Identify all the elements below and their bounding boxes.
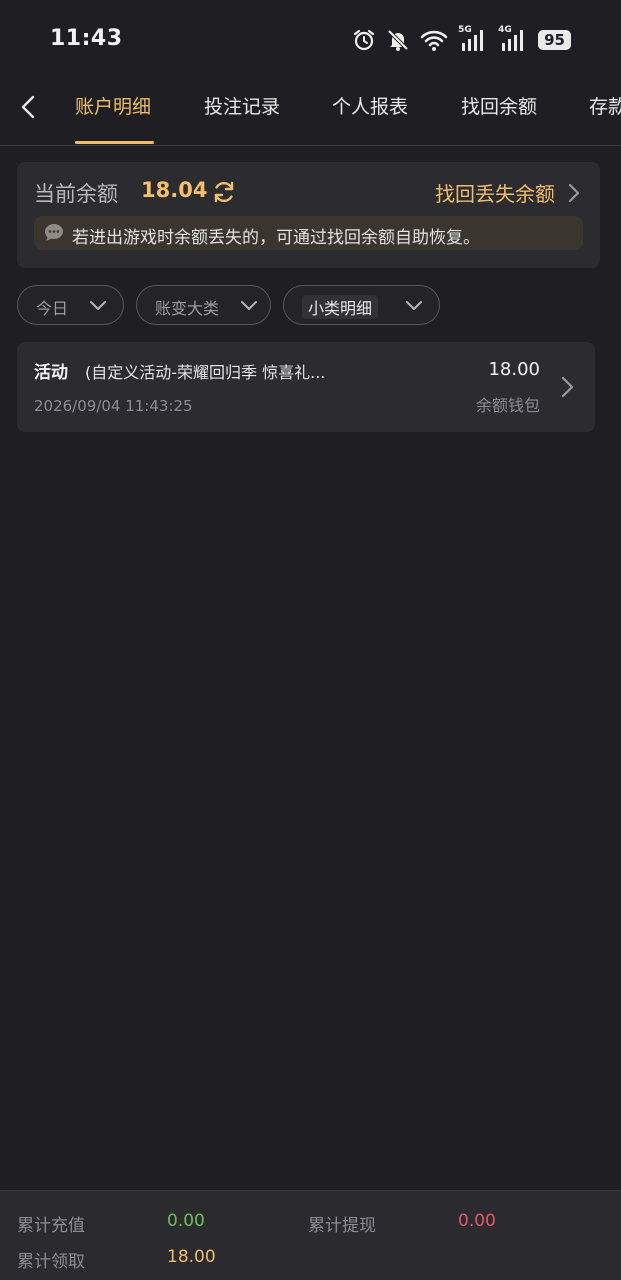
signal-5g: 5G xyxy=(458,25,488,53)
total-recharge-value: 0.00 xyxy=(167,1211,205,1231)
filter-date-label: 今日 xyxy=(36,299,69,318)
total-withdraw-value: 0.00 xyxy=(458,1211,496,1231)
wifi-icon xyxy=(420,30,448,51)
status-bar: 11:43 5G 4G 95 xyxy=(0,0,621,78)
transaction-row[interactable]: 活动 (自定义活动-荣耀回归季 惊喜礼... 2026/09/04 11:43:… xyxy=(17,342,595,432)
bell-muted-icon xyxy=(387,29,409,51)
balance-value: 18.04 xyxy=(141,178,208,202)
tab-personal-report[interactable]: 个人报表 xyxy=(332,92,408,119)
chevron-right-icon xyxy=(561,376,574,398)
filter-subcategory[interactable]: 小类明细 xyxy=(283,285,440,325)
balance-card: 当前余额 18.04 找回丢失余额 若进出游戏时余额丢失的，可通过找回余额自助恢… xyxy=(17,162,600,268)
tab-recover-balance[interactable]: 找回余额 xyxy=(461,92,537,119)
tab-deposit[interactable]: 存款 xyxy=(589,92,621,119)
tab-bet-records[interactable]: 投注记录 xyxy=(204,92,280,119)
total-withdraw-label: 累计提现 xyxy=(308,1216,376,1236)
summary-footer: 累计充值 0.00 累计提现 0.00 累计领取 18.00 xyxy=(0,1190,621,1280)
tab-bar: 账户明细 投注记录 个人报表 找回余额 存款 xyxy=(0,78,621,146)
active-tab-indicator xyxy=(75,141,154,144)
filter-date[interactable]: 今日 xyxy=(17,285,124,325)
transaction-amount: 18.00 xyxy=(488,359,540,380)
signal-icon xyxy=(462,30,484,51)
total-claimed-label: 累计领取 xyxy=(17,1252,85,1272)
transaction-wallet: 余额钱包 xyxy=(475,396,540,415)
filter-main-category[interactable]: 账变大类 xyxy=(136,285,271,325)
balance-label: 当前余额 xyxy=(34,182,118,206)
transaction-time: 2026/09/04 11:43:25 xyxy=(34,397,193,415)
status-time: 11:43 xyxy=(50,26,123,51)
refresh-icon[interactable] xyxy=(212,180,236,204)
transaction-description: (自定义活动-荣耀回归季 惊喜礼... xyxy=(85,363,326,382)
signal-icon xyxy=(502,30,524,51)
back-arrow-icon[interactable] xyxy=(14,92,44,122)
chevron-down-icon xyxy=(406,301,422,310)
transaction-category: 活动 xyxy=(34,363,68,383)
battery-indicator: 95 xyxy=(538,30,571,50)
chat-bubble-icon xyxy=(45,224,63,241)
screen: 11:43 5G 4G 95 账户明细 投注记录 个人报表 找回余额 存 当前余… xyxy=(0,0,621,1280)
signal-4g: 4G xyxy=(498,25,528,53)
chevron-right-icon[interactable] xyxy=(566,182,582,204)
chevron-down-icon xyxy=(90,301,106,310)
recover-lost-balance-link[interactable]: 找回丢失余额 xyxy=(435,178,555,207)
alarm-icon xyxy=(354,29,375,51)
notice-text: 若进出游戏时余额丢失的，可通过找回余额自助恢复。 xyxy=(72,228,480,248)
filter-subcategory-label: 小类明细 xyxy=(302,295,379,319)
balance-notice: 若进出游戏时余额丢失的，可通过找回余额自助恢复。 xyxy=(34,216,583,250)
status-icons: 5G 4G 95 xyxy=(352,25,571,54)
total-recharge-label: 累计充值 xyxy=(17,1216,85,1236)
tab-account-details[interactable]: 账户明细 xyxy=(75,92,151,119)
total-claimed-value: 18.00 xyxy=(167,1247,216,1267)
filter-main-category-label: 账变大类 xyxy=(155,299,220,318)
chevron-down-icon xyxy=(241,301,257,310)
